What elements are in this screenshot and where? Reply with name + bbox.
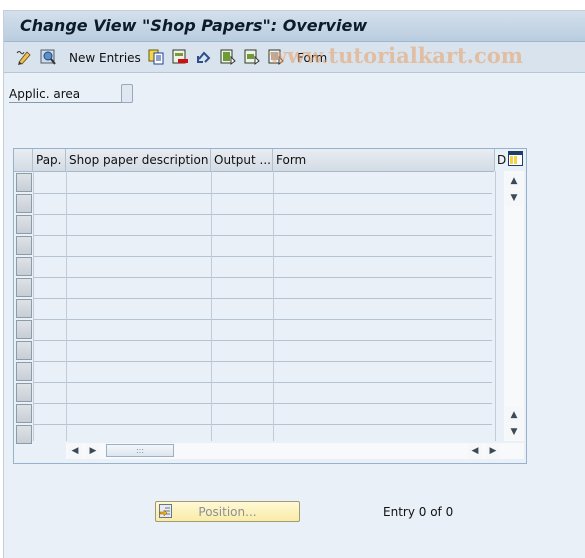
horizontal-scrollbar[interactable]: ◀ ▶ ::: ◀ ▶ bbox=[66, 443, 524, 459]
table-row[interactable] bbox=[33, 403, 492, 404]
position-label: Position... bbox=[198, 505, 257, 519]
table-row[interactable] bbox=[33, 193, 492, 194]
column-divider bbox=[273, 171, 274, 441]
column-header-form[interactable]: Form bbox=[273, 149, 495, 171]
shop-papers-table: Pap. Shop paper description Output ... F… bbox=[13, 148, 527, 464]
row-selector[interactable] bbox=[16, 341, 32, 360]
table-row[interactable] bbox=[33, 424, 492, 425]
applic-area-checkbox[interactable] bbox=[121, 84, 133, 103]
page-title: Change View "Shop Papers": Overview bbox=[20, 16, 368, 35]
column-header-description[interactable]: Shop paper description bbox=[66, 149, 211, 171]
table-row[interactable] bbox=[33, 361, 492, 362]
display-change-icon[interactable] bbox=[16, 49, 32, 65]
scroll-up-button[interactable]: ▲ bbox=[505, 407, 523, 423]
row-selector[interactable] bbox=[16, 194, 32, 213]
vertical-scrollbar[interactable]: ▲ ▼ ▲ ▼ bbox=[504, 171, 524, 441]
title-bar: Change View "Shop Papers": Overview bbox=[4, 11, 585, 42]
deselect-all-icon[interactable] bbox=[268, 49, 284, 65]
row-selector[interactable] bbox=[16, 236, 32, 255]
row-selector[interactable] bbox=[16, 173, 32, 192]
table-row[interactable] bbox=[33, 298, 492, 299]
column-divider bbox=[211, 171, 212, 441]
column-header-output[interactable]: Output ... bbox=[211, 149, 273, 171]
column-divider bbox=[495, 171, 496, 441]
position-button[interactable]: Position... bbox=[155, 501, 300, 522]
application-toolbar: New Entries Form bbox=[4, 42, 585, 73]
row-selector[interactable] bbox=[16, 278, 32, 297]
form-button[interactable]: Form bbox=[297, 51, 327, 65]
column-divider bbox=[66, 171, 67, 441]
scroll-left-button[interactable]: ◀ bbox=[68, 443, 82, 459]
row-selector[interactable] bbox=[16, 425, 32, 444]
row-selector[interactable] bbox=[16, 404, 32, 423]
row-selector[interactable] bbox=[16, 383, 32, 402]
column-header-d[interactable]: D bbox=[495, 149, 507, 171]
row-selector[interactable] bbox=[16, 299, 32, 318]
find-icon[interactable] bbox=[40, 49, 56, 65]
table-row[interactable] bbox=[33, 319, 492, 320]
table-row[interactable] bbox=[33, 235, 492, 236]
applic-area-label: Applic. area bbox=[9, 87, 122, 103]
scroll-down-top-button[interactable]: ▼ bbox=[505, 190, 523, 206]
row-selector[interactable] bbox=[16, 362, 32, 381]
table-row[interactable] bbox=[33, 382, 492, 383]
table-row[interactable] bbox=[33, 256, 492, 257]
horizontal-scroll-thumb[interactable]: ::: bbox=[106, 444, 174, 457]
table-row[interactable] bbox=[33, 340, 492, 341]
row-selector[interactable] bbox=[16, 257, 32, 276]
undo-change-icon[interactable] bbox=[196, 49, 212, 65]
scroll-left-end-button[interactable]: ◀ bbox=[468, 443, 482, 459]
copy-as-icon[interactable] bbox=[148, 49, 164, 65]
sap-window: Change View "Shop Papers": Overview New … bbox=[3, 10, 585, 558]
scroll-up-top-button[interactable]: ▲ bbox=[505, 173, 523, 189]
column-config-icon[interactable] bbox=[508, 151, 523, 166]
table-header: Pap. Shop paper description Output ... F… bbox=[14, 149, 506, 172]
entry-count: Entry 0 of 0 bbox=[383, 505, 454, 519]
row-selector[interactable] bbox=[16, 320, 32, 339]
new-entries-button[interactable]: New Entries bbox=[69, 51, 141, 65]
row-selector[interactable] bbox=[16, 215, 32, 234]
column-divider bbox=[33, 171, 34, 441]
scroll-down-button[interactable]: ▼ bbox=[505, 424, 523, 440]
table-row[interactable] bbox=[33, 277, 492, 278]
select-all-icon[interactable] bbox=[220, 49, 236, 65]
table-row[interactable] bbox=[33, 214, 492, 215]
column-header-pap[interactable]: Pap. bbox=[33, 149, 66, 171]
scroll-right-end-button[interactable]: ▶ bbox=[486, 443, 500, 459]
select-block-icon[interactable] bbox=[244, 49, 260, 65]
select-all-rows-corner[interactable] bbox=[14, 149, 33, 171]
delete-icon[interactable] bbox=[172, 49, 188, 65]
scroll-right-button[interactable]: ▶ bbox=[86, 443, 100, 459]
